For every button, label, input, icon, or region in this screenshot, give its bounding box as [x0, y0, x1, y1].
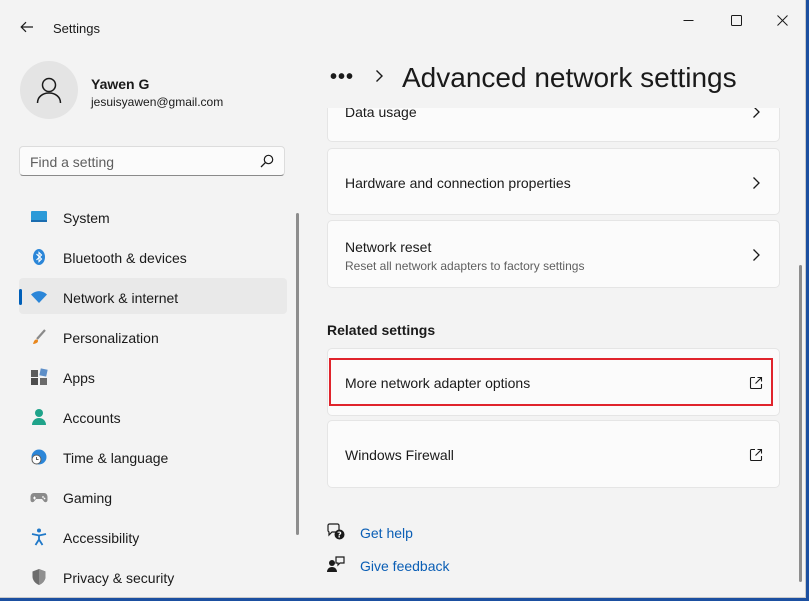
sidebar-item-label: Accessibility [63, 530, 140, 546]
content-pane: Data usage Hardware and connection prope… [326, 108, 782, 597]
give-feedback-row[interactable]: Give feedback [326, 553, 526, 577]
chevron-right-icon [753, 249, 760, 261]
sidebar-item-gaming[interactable]: Gaming [19, 478, 287, 514]
wifi-icon [31, 291, 47, 303]
sidebar-item-label: Gaming [63, 490, 113, 506]
breadcrumb-more-button[interactable]: ••• [330, 67, 354, 87]
content-scrollbar[interactable] [799, 265, 802, 582]
sidebar-item-label: Accounts [63, 410, 121, 426]
accessibility-icon [31, 528, 47, 546]
search-icon[interactable] [260, 154, 274, 168]
help-chat-icon: ? [327, 523, 345, 540]
title-bar: Settings [0, 0, 805, 48]
sidebar-item-label: Apps [63, 370, 95, 386]
back-arrow-icon [20, 21, 33, 33]
user-name: Yawen G [91, 76, 150, 92]
external-link-icon [749, 448, 763, 462]
external-link-icon [749, 376, 763, 390]
network-reset-card[interactable]: Network reset Reset all network adapters… [327, 220, 780, 288]
sidebar-nav: System Bluetooth & devices Network & int… [19, 198, 287, 597]
card-title: Data usage [345, 108, 417, 120]
sidebar-item-bluetooth-devices[interactable]: Bluetooth & devices [19, 238, 287, 274]
sidebar-item-label: System [63, 210, 110, 226]
chevron-right-icon [753, 177, 760, 189]
sidebar-scrollbar[interactable] [296, 213, 299, 535]
card-title: Windows Firewall [345, 447, 454, 463]
minimize-button[interactable] [668, 8, 708, 32]
maximize-button[interactable] [716, 8, 756, 32]
back-button[interactable] [14, 14, 40, 40]
svg-text:?: ? [337, 531, 342, 540]
data-usage-card[interactable]: Data usage [327, 108, 780, 142]
maximize-icon [730, 14, 742, 26]
sidebar-item-time-language[interactable]: Time & language [19, 438, 287, 474]
page-title: Advanced network settings [402, 62, 737, 93]
sidebar-item-network-internet[interactable]: Network & internet [19, 278, 287, 314]
related-settings-heading: Related settings [327, 322, 436, 338]
chevron-right-icon [753, 108, 760, 118]
person-icon [32, 409, 46, 425]
sidebar-item-label: Time & language [63, 450, 169, 466]
sidebar-item-label: Network & internet [63, 290, 179, 306]
close-button[interactable] [762, 8, 802, 32]
card-subtitle: Reset all network adapters to factory se… [345, 259, 585, 273]
card-title: More network adapter options [345, 375, 531, 391]
monitor-icon [31, 211, 47, 222]
sidebar-item-accessibility[interactable]: Accessibility [19, 518, 287, 554]
selected-indicator [19, 289, 22, 305]
person-silhouette-icon [36, 77, 62, 104]
sidebar-item-personalization[interactable]: Personalization [19, 318, 287, 354]
windows-firewall-card[interactable]: Windows Firewall [327, 420, 780, 488]
get-help-row[interactable]: ? Get help [326, 520, 526, 544]
user-email: jesuisyawen@gmail.com [91, 95, 224, 109]
sidebar-item-system[interactable]: System [19, 198, 287, 234]
bluetooth-icon [33, 249, 45, 265]
minimize-icon [683, 19, 693, 21]
sidebar-item-label: Bluetooth & devices [63, 250, 187, 266]
shield-icon [32, 569, 46, 585]
hardware-connection-properties-card[interactable]: Hardware and connection properties [327, 148, 780, 215]
gamepad-icon [30, 493, 48, 503]
app-title: Settings [53, 21, 100, 36]
sidebar-item-label: Privacy & security [63, 570, 175, 586]
avatar[interactable] [20, 61, 78, 119]
feedback-icon [327, 556, 345, 572]
search-input[interactable] [30, 153, 250, 171]
sidebar-item-accounts[interactable]: Accounts [19, 398, 287, 434]
search-box[interactable] [19, 146, 285, 176]
settings-window: Settings Yawen G jesuisyawen@gmail.com S… [0, 0, 806, 598]
globe-clock-icon [31, 449, 47, 465]
sidebar-item-apps[interactable]: Apps [19, 358, 287, 394]
sidebar-item-privacy-security[interactable]: Privacy & security [19, 558, 287, 594]
sidebar-item-label: Personalization [63, 330, 159, 346]
give-feedback-link[interactable]: Give feedback [360, 558, 450, 574]
apps-icon [31, 368, 48, 385]
brush-icon [33, 329, 46, 344]
chevron-right-icon [376, 70, 383, 82]
get-help-link[interactable]: Get help [360, 525, 413, 541]
more-network-adapter-options-card[interactable]: More network adapter options [327, 348, 780, 416]
card-title: Hardware and connection properties [345, 175, 571, 191]
close-icon [776, 14, 788, 26]
card-title: Network reset [345, 239, 432, 255]
